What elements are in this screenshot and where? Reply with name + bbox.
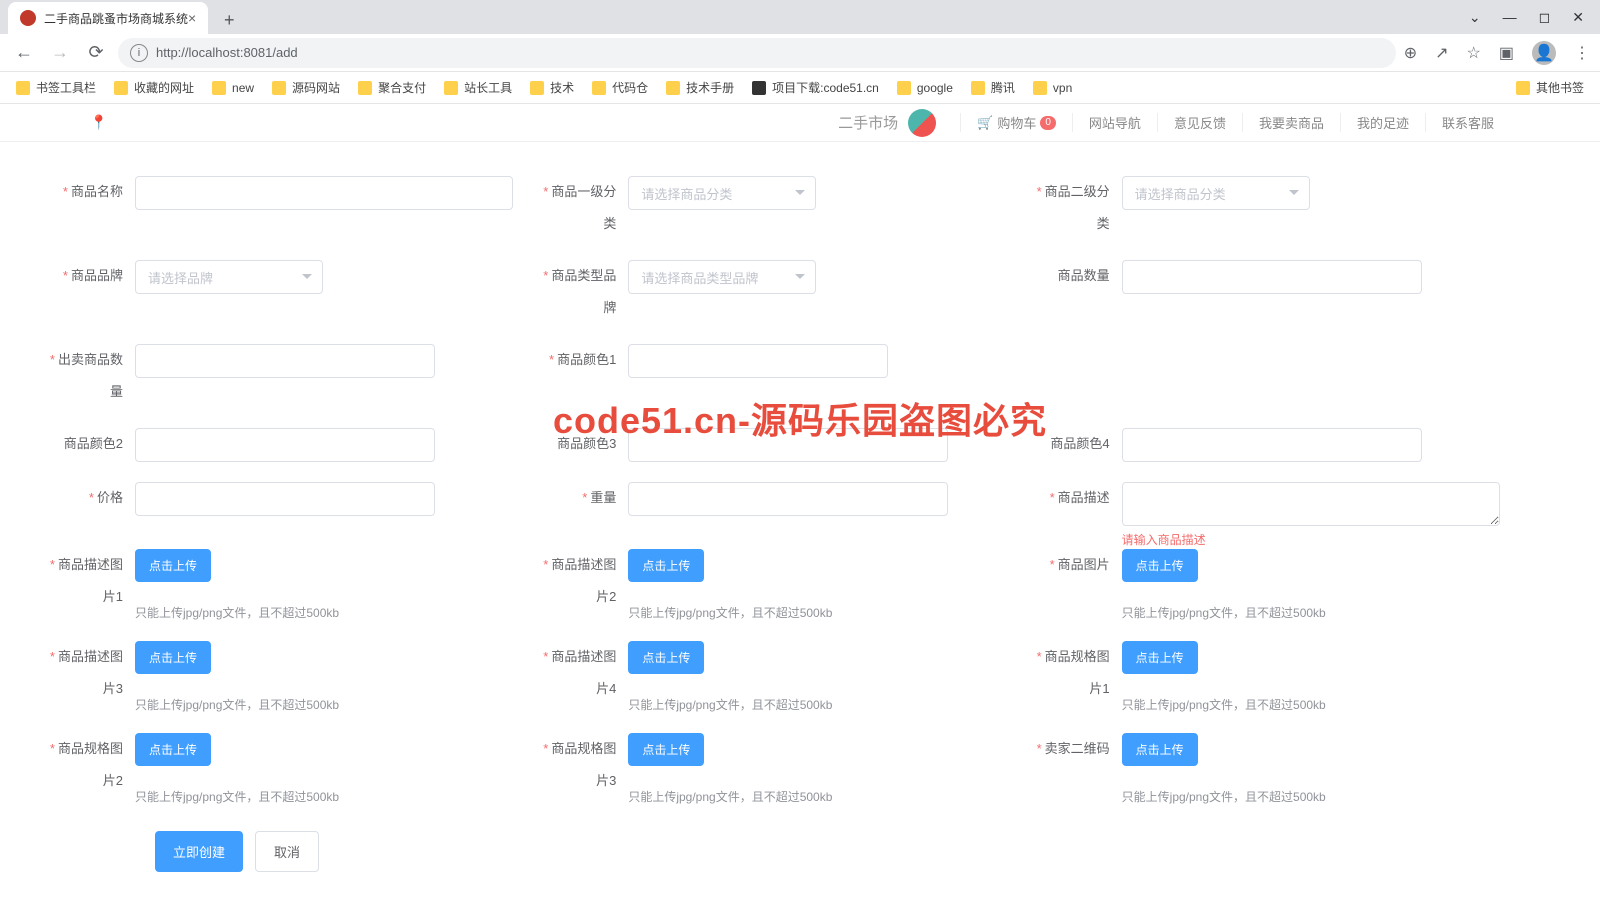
- color1-input[interactable]: [628, 344, 888, 378]
- nav-feedback[interactable]: 意见反馈: [1157, 113, 1242, 132]
- chevron-down-icon[interactable]: ⌄: [1469, 9, 1481, 26]
- app-logo-text: 二手市场: [838, 112, 898, 133]
- site-info-icon[interactable]: i: [130, 44, 148, 62]
- minimize-icon[interactable]: —: [1503, 9, 1517, 26]
- upload-hint: 只能上传jpg/png文件，且不超过500kb: [628, 788, 1006, 805]
- brand-select[interactable]: 请选择品牌: [135, 260, 323, 294]
- bookmark-overflow[interactable]: 其他书签: [1516, 79, 1584, 96]
- maximize-icon[interactable]: ◻: [1539, 9, 1551, 26]
- nav-support[interactable]: 联系客服: [1425, 113, 1510, 132]
- sell-quantity-input[interactable]: [135, 344, 435, 378]
- share-icon[interactable]: ↗: [1435, 43, 1448, 63]
- upload-hint: 只能上传jpg/png文件，且不超过500kb: [1122, 604, 1500, 621]
- cart-badge: 0: [1040, 116, 1056, 130]
- price-input[interactable]: [135, 482, 435, 516]
- forward-button[interactable]: →: [46, 39, 74, 67]
- bookmark-item[interactable]: 腾讯: [971, 79, 1015, 96]
- bookmark-item[interactable]: new: [212, 81, 254, 95]
- upload-qrcode-button[interactable]: 点击上传: [1122, 733, 1198, 766]
- url-input[interactable]: i http://localhost:8081/add: [118, 38, 1396, 68]
- menu-icon[interactable]: ⋮: [1574, 43, 1590, 63]
- nav-sell[interactable]: 我要卖商品: [1242, 113, 1340, 132]
- upload-spec-img2-button[interactable]: 点击上传: [135, 733, 211, 766]
- product-name-input[interactable]: [135, 176, 513, 210]
- extensions-icon[interactable]: ▣: [1499, 43, 1514, 63]
- upload-hint: 只能上传jpg/png文件，且不超过500kb: [1122, 696, 1500, 713]
- upload-desc-img1-button[interactable]: 点击上传: [135, 549, 211, 582]
- close-window-icon[interactable]: ✕: [1572, 9, 1584, 26]
- tab-favicon: [20, 10, 36, 26]
- bookmark-item[interactable]: 源码网站: [272, 79, 340, 96]
- star-icon[interactable]: ☆: [1467, 43, 1481, 63]
- bookmark-bar: 书签工具栏 收藏的网址 new 源码网站 聚合支付 站长工具 技术 代码仓 技术…: [0, 72, 1600, 104]
- bookmark-item[interactable]: google: [897, 81, 953, 95]
- upload-desc-img2-button[interactable]: 点击上传: [628, 549, 704, 582]
- back-button[interactable]: ←: [10, 39, 38, 67]
- nav-footprint[interactable]: 我的足迹: [1340, 113, 1425, 132]
- bookmark-item[interactable]: 聚合支付: [358, 79, 426, 96]
- bookmark-item[interactable]: 书签工具栏: [16, 79, 96, 96]
- bookmark-item[interactable]: 项目下载:code51.cn: [752, 79, 879, 96]
- bookmark-item[interactable]: 站长工具: [444, 79, 512, 96]
- address-bar: ← → ⟳ i http://localhost:8081/add ⊕ ↗ ☆ …: [0, 34, 1600, 72]
- nav-site-map[interactable]: 网站导航: [1072, 113, 1157, 132]
- category2-select[interactable]: 请选择商品分类: [1122, 176, 1310, 210]
- location-pin-icon[interactable]: 📍: [90, 114, 107, 131]
- app-logo-icon: [908, 109, 936, 137]
- tab-title: 二手商品跳蚤市场商城系统: [44, 10, 188, 27]
- browser-tab[interactable]: 二手商品跳蚤市场商城系统 ×: [8, 2, 208, 34]
- weight-input[interactable]: [628, 482, 948, 516]
- new-tab-button[interactable]: +: [214, 6, 244, 34]
- upload-spec-img1-button[interactable]: 点击上传: [1122, 641, 1198, 674]
- category1-select[interactable]: 请选择商品分类: [628, 176, 816, 210]
- bookmark-item[interactable]: 技术手册: [666, 79, 734, 96]
- upload-desc-img4-button[interactable]: 点击上传: [628, 641, 704, 674]
- close-icon[interactable]: ×: [188, 10, 196, 26]
- bookmark-item[interactable]: 技术: [530, 79, 574, 96]
- reload-button[interactable]: ⟳: [82, 39, 110, 67]
- upload-product-img-button[interactable]: 点击上传: [1122, 549, 1198, 582]
- cancel-button[interactable]: 取消: [255, 831, 319, 872]
- upload-spec-img3-button[interactable]: 点击上传: [628, 733, 704, 766]
- upload-hint: 只能上传jpg/png文件，且不超过500kb: [628, 696, 1006, 713]
- bookmark-item[interactable]: 收藏的网址: [114, 79, 194, 96]
- app-header: 📍 二手市场 🛒 购物车 0 网站导航 意见反馈 我要卖商品 我的足迹 联系客服: [0, 104, 1600, 142]
- browser-tab-bar: 二手商品跳蚤市场商城系统 × + ⌄ — ◻ ✕: [0, 0, 1600, 34]
- profile-avatar[interactable]: 👤: [1532, 41, 1556, 65]
- product-form: *商品名称 *商品一级分类请选择商品分类 *商品二级分类请选择商品分类 *商品品…: [0, 142, 1600, 912]
- cart-link[interactable]: 🛒 购物车 0: [960, 113, 1072, 132]
- submit-button[interactable]: 立即创建: [155, 831, 243, 872]
- upload-desc-img3-button[interactable]: 点击上传: [135, 641, 211, 674]
- form-actions: 立即创建 取消: [30, 815, 1510, 872]
- description-textarea[interactable]: [1122, 482, 1500, 526]
- bookmark-item[interactable]: 代码仓: [592, 79, 648, 96]
- window-controls: ⌄ — ◻ ✕: [1469, 9, 1600, 26]
- quantity-input[interactable]: [1122, 260, 1422, 294]
- search-icon[interactable]: ⊕: [1404, 43, 1417, 63]
- color2-input[interactable]: [135, 428, 435, 462]
- type-brand-select[interactable]: 请选择商品类型品牌: [628, 260, 816, 294]
- upload-hint: 只能上传jpg/png文件，且不超过500kb: [1122, 788, 1500, 805]
- upload-hint: 只能上传jpg/png文件，且不超过500kb: [628, 604, 1006, 621]
- color3-input[interactable]: [628, 428, 948, 462]
- url-text: http://localhost:8081/add: [156, 45, 298, 60]
- description-error: 请输入商品描述: [1122, 531, 1206, 548]
- bookmark-item[interactable]: vpn: [1033, 81, 1072, 95]
- cart-icon: 🛒: [977, 115, 993, 131]
- upload-hint: 只能上传jpg/png文件，且不超过500kb: [135, 788, 513, 805]
- upload-hint: 只能上传jpg/png文件，且不超过500kb: [135, 696, 513, 713]
- color4-input[interactable]: [1122, 428, 1422, 462]
- upload-hint: 只能上传jpg/png文件，且不超过500kb: [135, 604, 513, 621]
